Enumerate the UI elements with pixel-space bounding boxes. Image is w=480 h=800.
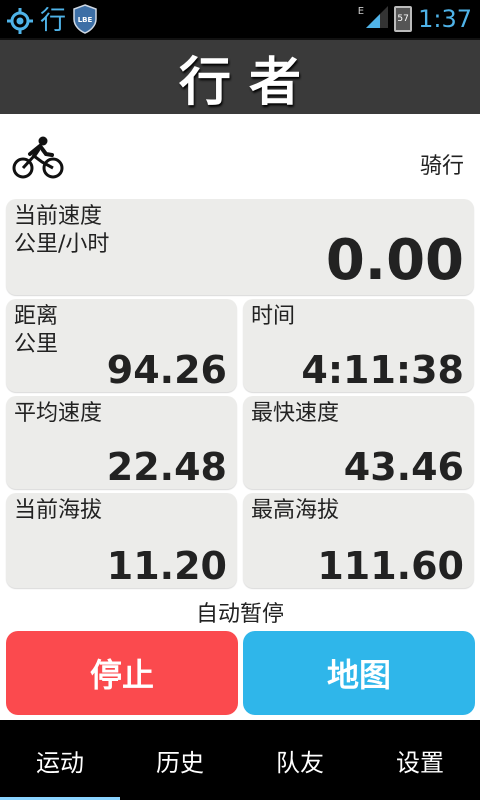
time-value: 4:11:38 <box>301 348 464 392</box>
bottom-nav: 运动 历史 队友 设置 <box>0 720 480 800</box>
current-speed-value: 0.00 <box>325 228 464 293</box>
tab-history[interactable]: 历史 <box>120 720 240 800</box>
time-label: 时间 <box>251 304 296 329</box>
current-speed-unit: 公里/小时 <box>14 232 110 257</box>
network-type: E <box>357 5 365 17</box>
distance-unit: 公里 <box>14 332 59 357</box>
tab-settings[interactable]: 设置 <box>360 720 480 800</box>
distance-label: 距离 公里 <box>14 303 58 359</box>
distance-value: 94.26 <box>106 348 227 392</box>
time-card: 时间 4:11:38 <box>243 299 474 392</box>
distance-title: 距离 <box>14 304 59 329</box>
avg-speed-label: 平均速度 <box>14 401 103 426</box>
distance-card: 距离 公里 94.26 <box>6 299 237 392</box>
status-bar-left: 行 LBE <box>6 4 98 38</box>
gps-icon <box>6 7 34 35</box>
max-speed-label: 最快速度 <box>251 401 340 426</box>
avg-speed-value: 22.48 <box>106 445 227 489</box>
max-altitude-value: 111.60 <box>317 544 464 588</box>
tab-sport[interactable]: 运动 <box>0 720 120 800</box>
app-header: 行者 <box>0 38 480 114</box>
bicycle-icon[interactable] <box>12 136 64 184</box>
max-speed-card: 最快速度 43.46 <box>243 396 474 489</box>
status-bar-right: E 57 1:37 <box>358 2 472 36</box>
max-altitude-label: 最高海拔 <box>251 498 340 523</box>
current-altitude-card: 当前海拔 11.20 <box>6 493 237 588</box>
avg-speed-card: 平均速度 22.48 <box>6 396 237 489</box>
sport-mode-label[interactable]: 骑行 <box>420 148 464 180</box>
stop-button[interactable]: 停止 <box>6 631 238 715</box>
status-bar: 行 LBE E 57 1:37 <box>0 0 480 38</box>
lbe-shield-icon: LBE <box>72 4 98 38</box>
signal-icon <box>366 6 389 32</box>
current-speed-label: 当前速度 公里/小时 <box>14 203 109 259</box>
current-altitude-value: 11.20 <box>106 544 227 588</box>
current-altitude-label: 当前海拔 <box>14 498 103 523</box>
max-altitude-card: 最高海拔 111.60 <box>243 493 474 588</box>
auto-pause-toggle[interactable]: 自动暂停 <box>0 596 480 628</box>
battery-icon: 57 <box>394 6 413 32</box>
svg-text:LBE: LBE <box>78 16 93 24</box>
tab-teammates[interactable]: 队友 <box>240 720 360 800</box>
map-button[interactable]: 地图 <box>243 631 475 715</box>
app-title: 行者 <box>178 51 319 113</box>
battery-level: 57 <box>397 14 409 24</box>
current-speed-title: 当前速度 <box>14 204 103 229</box>
clock: 1:37 <box>418 5 472 33</box>
app-notification-icon: 行 <box>40 6 67 36</box>
current-speed-card: 当前速度 公里/小时 0.00 <box>6 199 474 295</box>
max-speed-value: 43.46 <box>343 445 464 489</box>
sport-mode-row[interactable]: 骑行 <box>0 128 480 188</box>
